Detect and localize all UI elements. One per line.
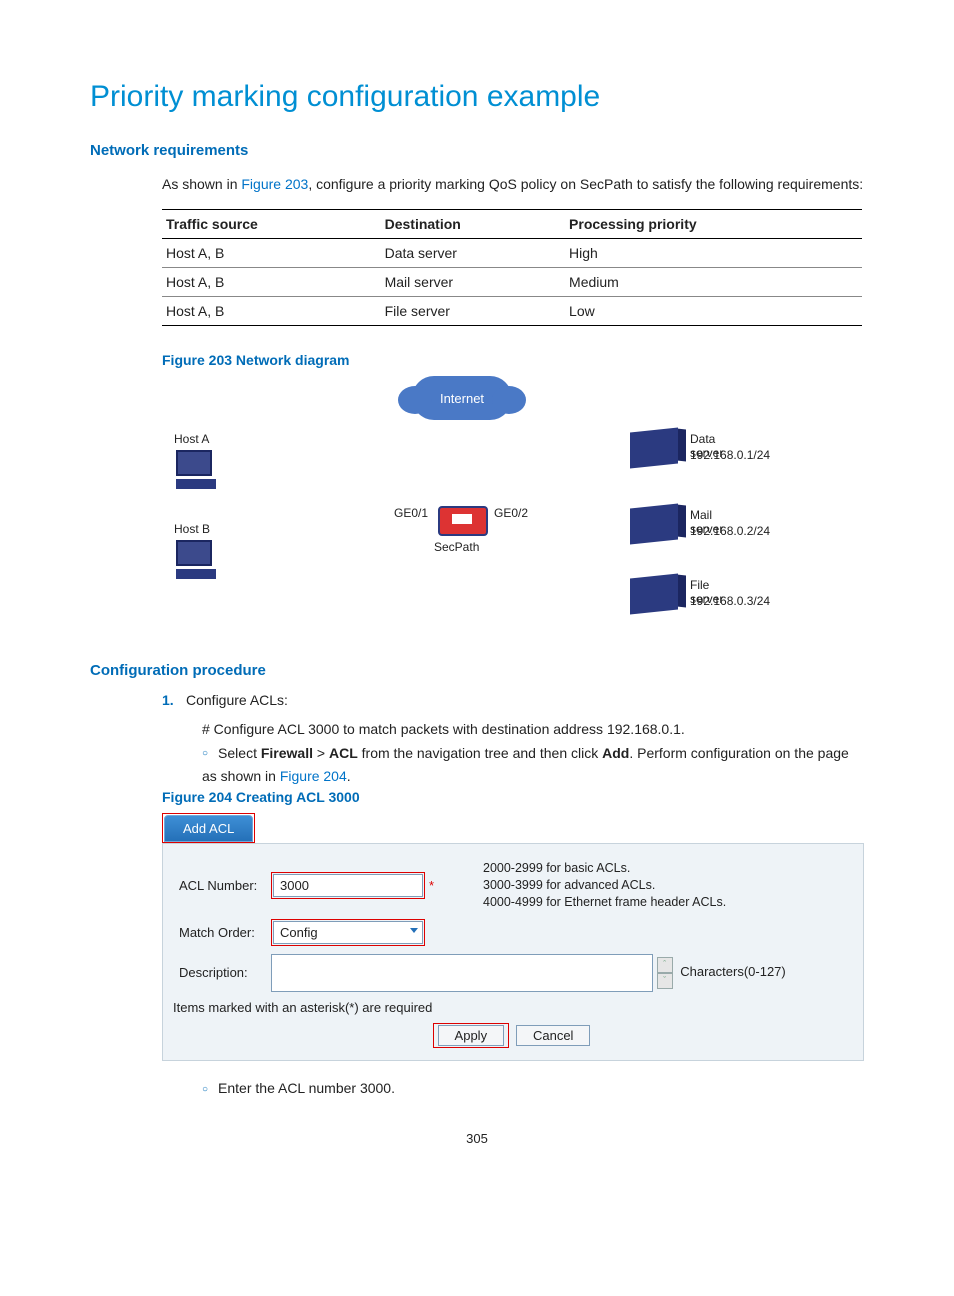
host-a-label: Host A	[174, 432, 209, 446]
textarea-scroll[interactable]: ˆˇ	[657, 957, 673, 989]
section-configuration-procedure: Configuration procedure	[90, 662, 864, 679]
chevron-down-icon[interactable]: ˇ	[657, 973, 673, 989]
page-number: 305	[90, 1131, 864, 1146]
data-server-icon	[630, 428, 678, 469]
figure-203-caption: Figure 203 Network diagram	[162, 352, 864, 368]
host-b-icon	[176, 540, 222, 580]
th-priority: Processing priority	[565, 210, 862, 239]
figure-204-caption: Figure 204 Creating ACL 3000	[162, 789, 864, 805]
file-server-ip: 192.168.0.3/24	[690, 594, 770, 608]
required-asterisk: *	[429, 878, 434, 893]
match-order-label: Match Order:	[173, 915, 265, 950]
table-row: Host A, BData serverHigh	[162, 239, 862, 268]
mail-server-ip: 192.168.0.2/24	[690, 524, 770, 538]
acl-number-input[interactable]: 3000	[273, 874, 423, 897]
host-b-label: Host B	[174, 522, 210, 536]
table-row: Host A, BMail serverMedium	[162, 268, 862, 297]
add-acl-screenshot: Add ACL ACL Number: 3000 * 2000-2999 for …	[162, 813, 864, 1061]
required-note: Items marked with an asterisk(*) are req…	[173, 1000, 853, 1015]
network-diagram: Internet Host A Host B GE0/1 GE0/2 SecPa…	[162, 376, 722, 636]
intro-pre: As shown in	[162, 176, 241, 192]
th-traffic-source: Traffic source	[162, 210, 381, 239]
bullet-icon: ○	[202, 1084, 208, 1095]
description-textarea[interactable]	[271, 954, 653, 992]
page-title: Priority marking configuration example	[90, 80, 864, 114]
ge02-label: GE0/2	[494, 506, 528, 520]
requirements-table: Traffic source Destination Processing pr…	[162, 209, 862, 326]
intro-post: , configure a priority marking QoS polic…	[308, 176, 863, 192]
step-1-bullet-1: ○Select Firewall > ACL from the navigati…	[202, 742, 864, 790]
mail-server-icon	[630, 504, 678, 545]
step-1-bullet-2: ○Enter the ACL number 3000.	[202, 1077, 864, 1101]
description-label: Description:	[173, 950, 265, 996]
chevron-up-icon[interactable]: ˆ	[657, 957, 673, 973]
acl-help-text: 2000-2999 for basic ACLs. 3000-3999 for …	[477, 856, 853, 915]
intro-paragraph: As shown in Figure 203, configure a prio…	[162, 173, 864, 195]
table-row: Host A, BFile serverLow	[162, 297, 862, 326]
section-network-requirements: Network requirements	[90, 142, 864, 159]
step-1: 1.Configure ACLs:	[162, 689, 864, 711]
internet-cloud: Internet	[412, 376, 512, 420]
secpath-router-icon	[438, 506, 488, 536]
figure-203-link[interactable]: Figure 203	[241, 176, 308, 192]
host-a-icon	[176, 450, 222, 490]
match-order-select[interactable]: Config	[273, 921, 423, 944]
add-acl-tab[interactable]: Add ACL	[164, 815, 253, 842]
apply-button[interactable]: Apply	[438, 1025, 505, 1046]
data-server-ip: 192.168.0.1/24	[690, 448, 770, 462]
step-1-detail: # Configure ACL 3000 to match packets wi…	[202, 718, 864, 742]
bullet-icon: ○	[202, 748, 208, 759]
step-1-number: 1.	[162, 689, 186, 711]
file-server-icon	[630, 574, 678, 615]
characters-hint: Characters(0-127)	[680, 964, 786, 979]
ge01-label: GE0/1	[394, 506, 428, 520]
figure-204-link[interactable]: Figure 204	[280, 768, 347, 784]
acl-number-label: ACL Number:	[173, 856, 265, 915]
th-destination: Destination	[381, 210, 565, 239]
secpath-label: SecPath	[434, 540, 479, 554]
cancel-button[interactable]: Cancel	[516, 1025, 590, 1046]
